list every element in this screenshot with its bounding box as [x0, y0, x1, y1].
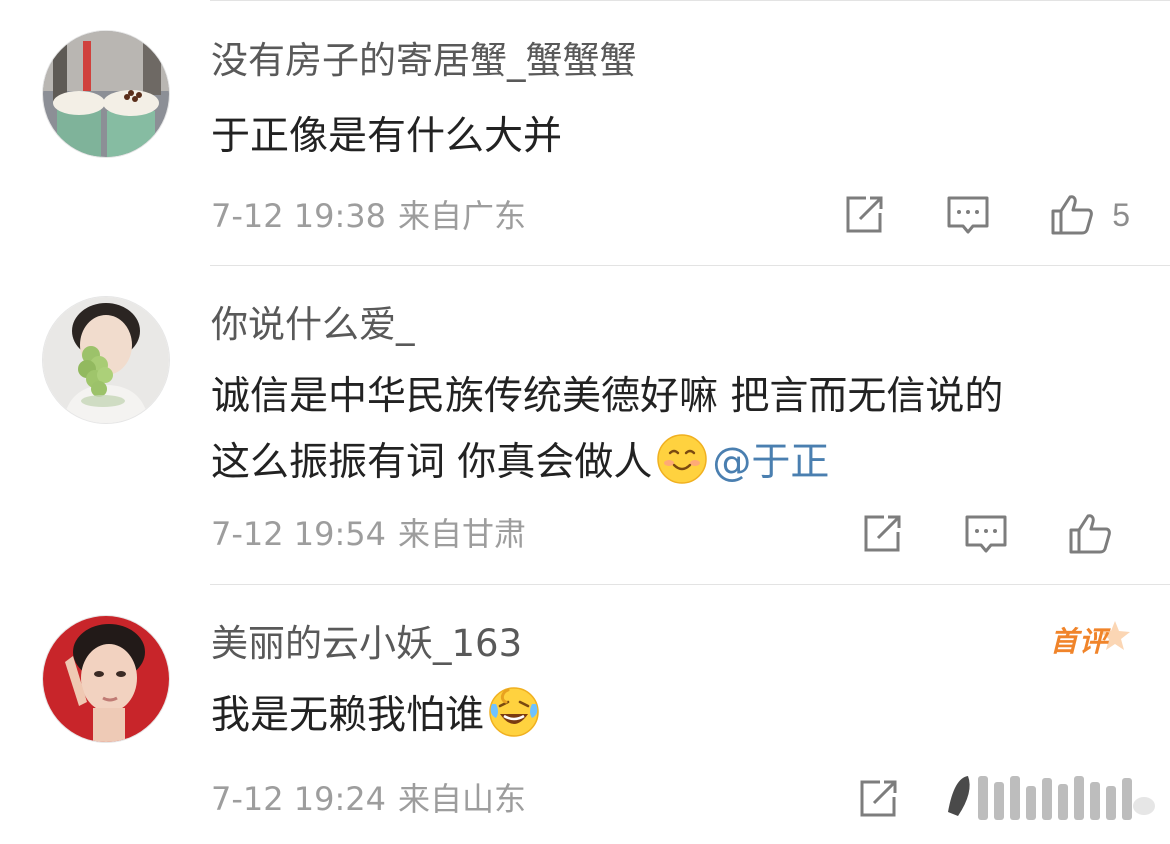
- username[interactable]: 美丽的云小妖_163: [211, 621, 522, 667]
- first-comment-label: 首评: [1050, 625, 1109, 658]
- share-icon: [846, 196, 883, 233]
- share-button[interactable]: [856, 777, 900, 821]
- comment-icon: [965, 515, 1007, 553]
- comment-text: 诚信是中华民族传统美德好嘛 把言而无信说的 这么振振有词 你真会做人 @于正: [211, 364, 1141, 496]
- share-button[interactable]: [860, 512, 904, 556]
- timestamp: 7-12 19:54: [211, 515, 387, 553]
- comment-text-segment: 这么振振有词 你真会做人: [211, 440, 653, 485]
- smile-emoji: [656, 433, 708, 485]
- action-bar: 5: [842, 193, 1130, 237]
- share-button[interactable]: [842, 193, 886, 237]
- timestamp: 7-12 19:38: [211, 197, 387, 235]
- username[interactable]: 你说什么爱_: [211, 302, 415, 348]
- comment-item: 你说什么爱_ 诚信是中华民族传统美德好嘛 把言而无信说的 这么振振有词 你真会做…: [0, 266, 1170, 584]
- share-icon: [860, 780, 897, 817]
- location: 来自山东: [398, 780, 527, 818]
- location: 来自广东: [398, 197, 527, 235]
- reply-button[interactable]: [946, 193, 990, 237]
- laugh-cry-emoji: [488, 686, 540, 738]
- comment-text-line: 这么振振有词 你真会做人 @于正: [211, 430, 1141, 496]
- avatar[interactable]: [42, 296, 170, 424]
- like-button[interactable]: [1068, 512, 1130, 556]
- first-comment-badge: 首评: [1050, 621, 1130, 659]
- like-count: 5: [1112, 196, 1130, 233]
- like-button[interactable]: 5: [1050, 193, 1130, 237]
- comment-icon: [947, 196, 989, 234]
- thumbs-up-icon: [1069, 514, 1111, 554]
- comment-item: 没有房子的寄居蟹_蟹蟹蟹 于正像是有什么大并 7-12 19:38 来自广东 5: [0, 0, 1170, 266]
- watermark: [948, 776, 1155, 820]
- mention-link[interactable]: @于正: [712, 440, 829, 485]
- avatar[interactable]: [42, 30, 170, 158]
- action-bar: [860, 512, 1130, 556]
- comment-meta: 7-12 19:38 来自广东: [211, 196, 526, 236]
- comment-text-segment: 我是无赖我怕谁: [211, 693, 485, 738]
- share-icon: [864, 515, 901, 552]
- username[interactable]: 没有房子的寄居蟹_蟹蟹蟹: [211, 38, 637, 84]
- reply-button[interactable]: [964, 512, 1008, 556]
- comment-meta: 7-12 19:54 来自甘肃: [211, 514, 526, 554]
- action-bar: [856, 777, 900, 821]
- location: 来自甘肃: [398, 515, 527, 553]
- avatar[interactable]: [42, 615, 170, 743]
- comment-text-line: 诚信是中华民族传统美德好嘛 把言而无信说的: [211, 374, 1004, 419]
- comment-meta: 7-12 19:24 来自山东: [211, 779, 526, 819]
- comment-text: 于正像是有什么大并: [211, 114, 563, 159]
- timestamp: 7-12 19:24: [211, 780, 387, 818]
- thumbs-up-icon: [1051, 195, 1094, 235]
- comment-feed: 没有房子的寄居蟹_蟹蟹蟹 于正像是有什么大并 7-12 19:38 来自广东 5…: [0, 0, 1170, 844]
- comment-text: 我是无赖我怕谁: [211, 683, 1141, 749]
